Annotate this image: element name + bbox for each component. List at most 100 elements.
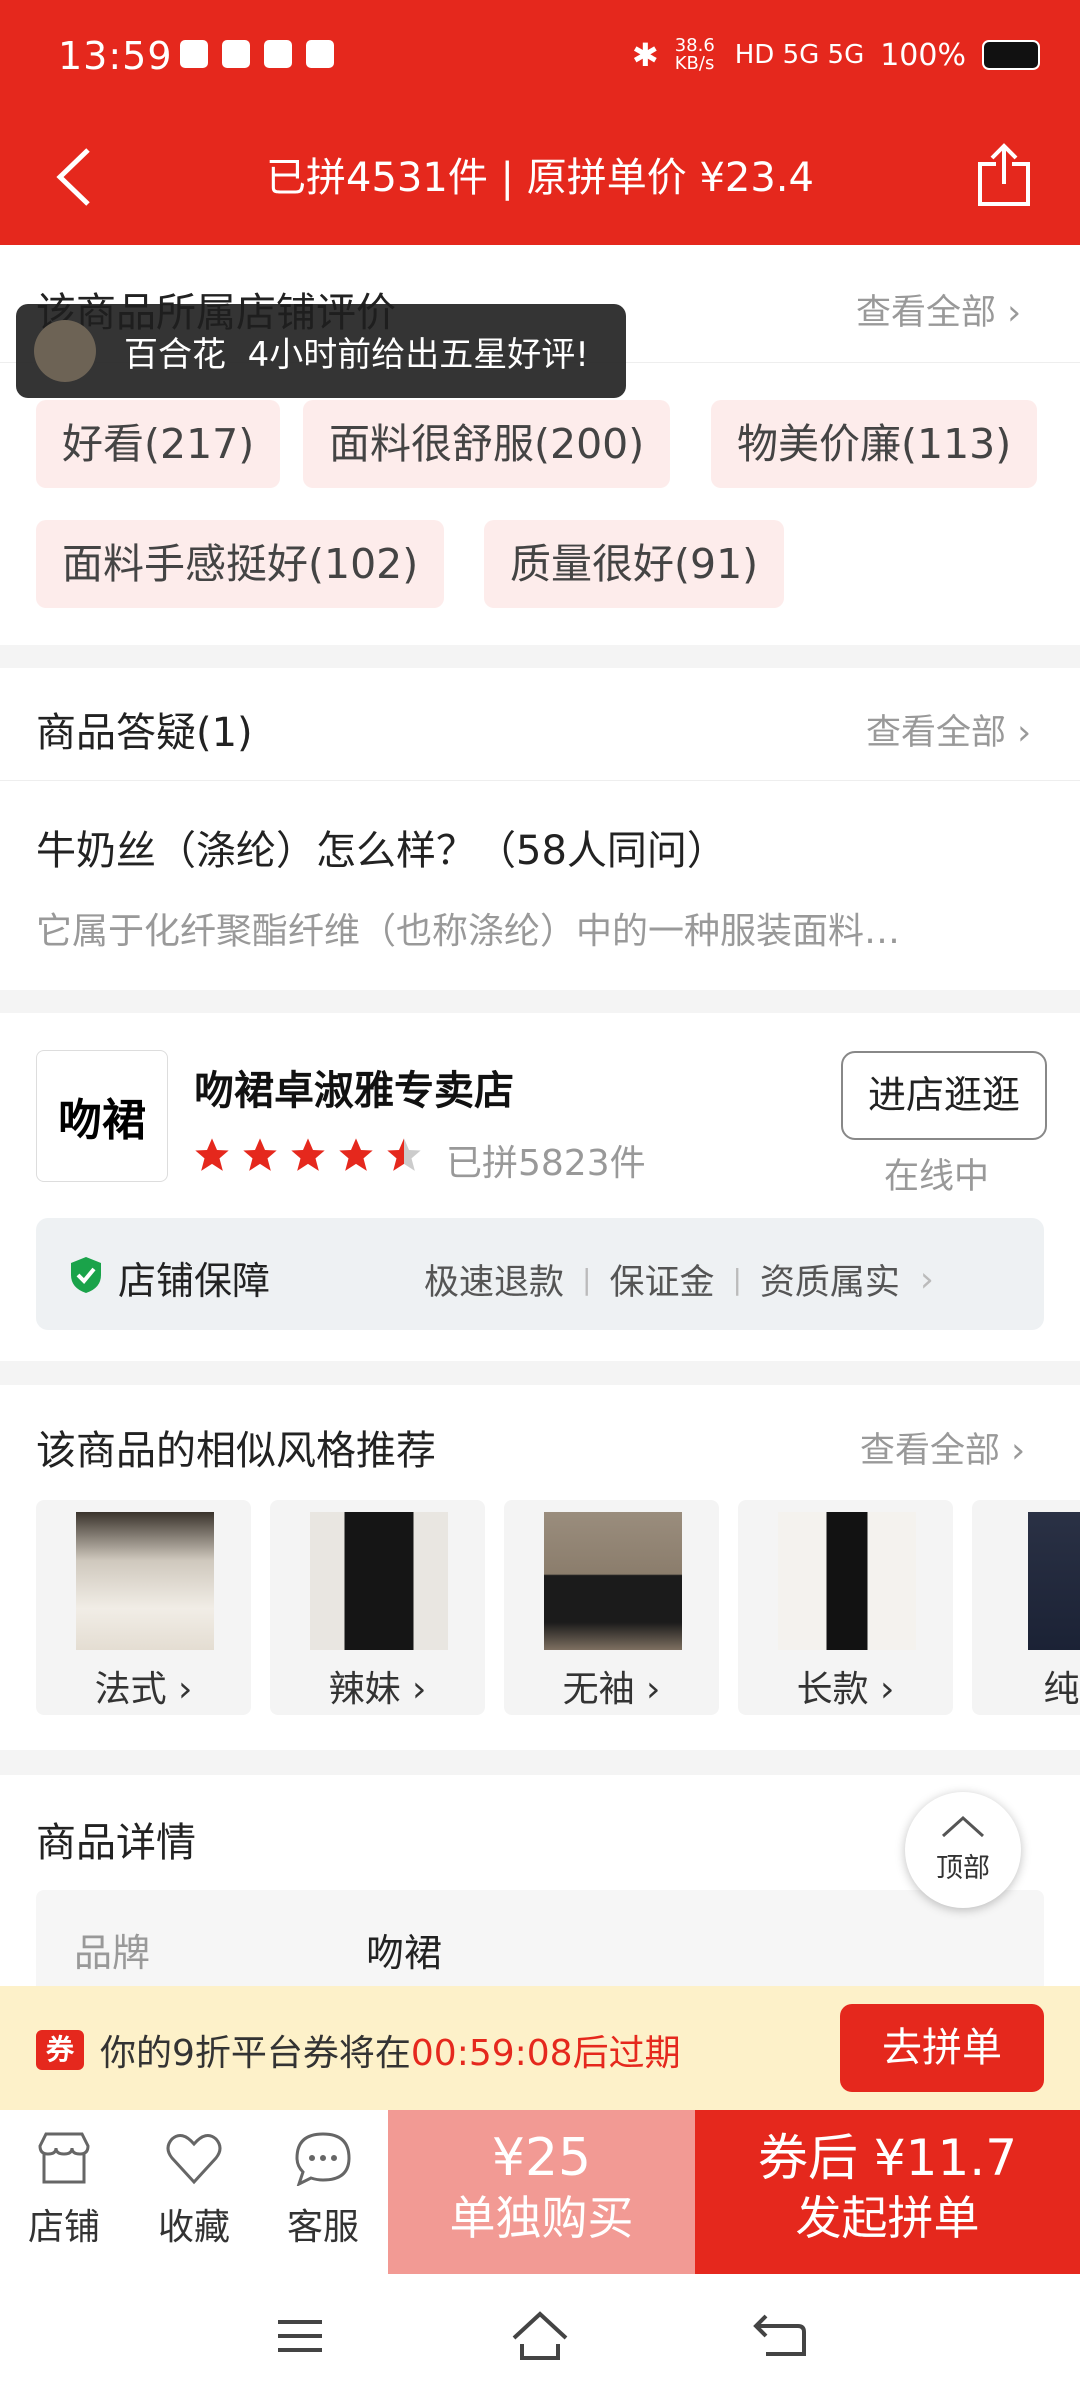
recommend-label: 无袖 › xyxy=(562,1669,661,1710)
product-image xyxy=(778,1512,916,1650)
customer-service-button[interactable]: 客服 xyxy=(263,2130,383,2250)
see-all-label: 查看全部 xyxy=(866,713,1007,753)
signal-icon: HD 5G 5G xyxy=(734,40,865,70)
review-tag[interactable]: 物美价廉(113) xyxy=(711,400,1038,488)
reviews-see-all[interactable]: 查看全部 › xyxy=(856,284,1021,335)
guarantee-item: 资质属实 xyxy=(759,1263,900,1303)
heart-icon xyxy=(166,2133,222,2185)
chat-bubble-icon xyxy=(295,2132,351,2187)
toast-user: 百合花 xyxy=(124,334,226,375)
recommend-label: 长款 › xyxy=(796,1669,895,1710)
chevron-right-icon: › xyxy=(412,1669,427,1710)
chevron-right-icon: › xyxy=(178,1669,193,1710)
status-time: 13:59 xyxy=(58,34,173,78)
notification-icon xyxy=(222,40,250,68)
guarantee-items: 极速退款 | 保证金 | 资质属实 › xyxy=(424,1254,934,1305)
recommend-item[interactable]: 无袖 › xyxy=(504,1500,719,1715)
review-tag[interactable]: 面料很舒服(200) xyxy=(303,400,671,488)
net-speed: 38.6 KB/s xyxy=(674,35,715,74)
group-price: 券后 ¥11.7 xyxy=(757,2129,1018,2187)
coupon-text: 你的9折平台券将在00:59:08后过期 xyxy=(100,2024,681,2076)
battery-label: 100% xyxy=(880,37,966,73)
notification-icon xyxy=(180,40,208,68)
separator: | xyxy=(582,1263,592,1296)
alone-price: ¥25 xyxy=(491,2128,592,2188)
chevron-right-icon: › xyxy=(1007,293,1022,333)
customer-service-label: 客服 xyxy=(286,2207,359,2248)
toast-text: 百合花 4小时前给出五星好评! xyxy=(124,327,589,376)
brand-value: 吻裙 xyxy=(366,1931,443,1975)
qa-answer: 它属于化纤聚酯纤维（也称涤纶）中的一种服装面料… xyxy=(36,911,901,952)
recommend-item[interactable]: 辣妹 › xyxy=(270,1500,485,1715)
home-icon[interactable] xyxy=(510,2310,570,2366)
review-tag[interactable]: 质量很好(91) xyxy=(484,520,785,608)
back-nav-icon[interactable] xyxy=(752,2312,808,2364)
favorite-button[interactable]: 收藏 xyxy=(134,2130,254,2250)
notification-icon xyxy=(306,40,334,68)
shop-rating xyxy=(192,1135,424,1175)
chevron-up-icon xyxy=(941,1815,985,1838)
product-image xyxy=(544,1512,682,1650)
chevron-right-icon: › xyxy=(1017,713,1032,753)
store-icon xyxy=(38,2132,90,2184)
status-notification-icons xyxy=(180,40,334,68)
see-all-label: 查看全部 xyxy=(860,1431,1001,1471)
recommend-label: 辣妹 › xyxy=(328,1669,427,1710)
page-title: 已拼4531件 | 原拼单价 ¥23.4 xyxy=(266,155,814,201)
review-tag[interactable]: 面料手感挺好(102) xyxy=(36,520,445,608)
half-star-icon xyxy=(387,1138,421,1171)
qa-title: 商品答疑(1) xyxy=(36,710,253,756)
product-image xyxy=(310,1512,448,1650)
recommend-item[interactable]: 长款 › xyxy=(738,1500,953,1715)
divider xyxy=(0,780,1080,781)
start-group-button[interactable]: 券后 ¥11.7 发起拼单 xyxy=(695,2110,1080,2274)
chevron-right-icon: › xyxy=(646,1669,661,1710)
go-group-button[interactable]: 去拼单 xyxy=(840,2004,1044,2092)
group-label: 发起拼单 xyxy=(795,2191,980,2245)
star-icon xyxy=(291,1138,325,1171)
share-icon[interactable] xyxy=(976,142,1032,208)
buy-alone-button[interactable]: ¥25 单独购买 xyxy=(388,2110,695,2274)
toast-message: 4小时前给出五星好评! xyxy=(247,334,589,375)
product-image xyxy=(1028,1512,1080,1650)
recommend-title: 该商品的相似风格推荐 xyxy=(36,1428,436,1474)
guarantee-item: 保证金 xyxy=(609,1263,715,1303)
guarantee-item: 极速退款 xyxy=(424,1263,565,1303)
review-tag[interactable]: 好看(217) xyxy=(36,400,281,488)
avatar xyxy=(34,320,96,382)
separator: | xyxy=(732,1263,742,1296)
qa-question[interactable]: 牛奶丝（涤纶）怎么样？（58人同问） xyxy=(36,818,727,876)
recommend-item[interactable]: 纯色 xyxy=(972,1500,1080,1715)
status-right: ✱ 38.6 KB/s HD 5G 5G 100% xyxy=(632,36,1040,74)
product-image xyxy=(76,1512,214,1650)
store-button[interactable]: 店铺 xyxy=(4,2130,124,2250)
battery-icon xyxy=(982,40,1040,70)
recommend-see-all[interactable]: 查看全部 › xyxy=(860,1422,1025,1473)
back-to-top-label: 顶部 xyxy=(936,1853,990,1884)
coupon-countdown: 00:59:08 xyxy=(410,2033,573,2074)
shop-name[interactable]: 吻裙卓淑雅专卖店 xyxy=(194,1058,514,1116)
coupon-suffix: 后过期 xyxy=(572,2033,681,2074)
favorite-label: 收藏 xyxy=(157,2207,230,2248)
chevron-right-icon: › xyxy=(880,1669,895,1710)
shop-online-status: 在线中 xyxy=(884,1157,990,1197)
notification-icon xyxy=(264,40,292,68)
coupon-prefix: 你的9折平台券将在 xyxy=(100,2033,411,2074)
star-icon xyxy=(195,1138,229,1171)
shop-logo[interactable]: 吻裙 xyxy=(36,1050,168,1182)
review-toast: 百合花 4小时前给出五星好评! xyxy=(16,304,626,398)
recommend-label: 法式 › xyxy=(94,1669,193,1710)
chevron-right-icon: › xyxy=(1011,1431,1026,1471)
alone-label: 单独购买 xyxy=(449,2191,634,2245)
qa-see-all[interactable]: 查看全部 › xyxy=(866,704,1031,755)
star-icon xyxy=(339,1138,373,1171)
shield-check-icon xyxy=(68,1255,104,1299)
store-label: 店铺 xyxy=(27,2207,100,2248)
chevron-right-icon: › xyxy=(919,1259,934,1300)
back-to-top-button[interactable]: 顶部 xyxy=(905,1792,1021,1908)
menu-icon[interactable] xyxy=(276,2316,324,2360)
recommend-label: 纯色 xyxy=(1043,1669,1080,1710)
enter-shop-button[interactable]: 进店逛逛 xyxy=(841,1051,1047,1140)
recommend-item[interactable]: 法式 › xyxy=(36,1500,251,1715)
brand-key: 品牌 xyxy=(74,1931,151,1975)
